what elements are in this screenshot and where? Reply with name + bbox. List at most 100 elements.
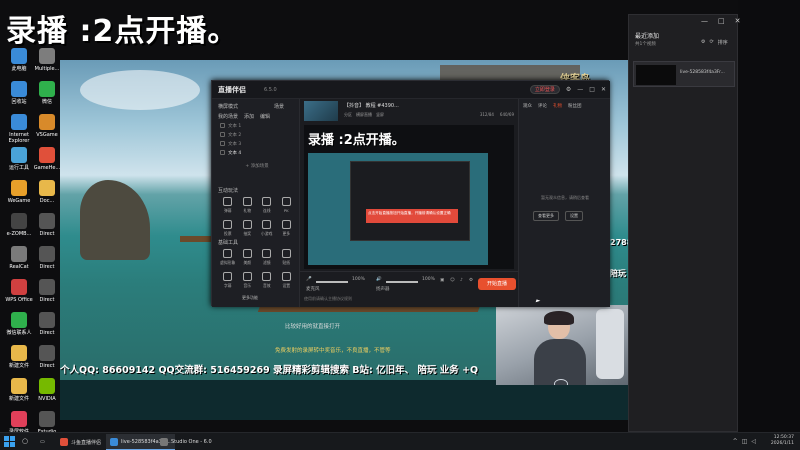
tool-item[interactable]: 投票 bbox=[218, 220, 238, 237]
tab-edit[interactable]: 编辑 bbox=[260, 113, 270, 120]
desktop-shortcut[interactable]: Direct bbox=[32, 345, 62, 379]
tab-gifts[interactable]: 礼物 bbox=[553, 103, 562, 109]
desktop-shortcut[interactable]: Doc... bbox=[32, 180, 62, 214]
scene-icon[interactable]: ▣ bbox=[440, 278, 444, 283]
desktop-shortcut[interactable]: 回收站 bbox=[4, 81, 34, 115]
desktop-shortcut[interactable]: Internet Explorer bbox=[4, 114, 34, 148]
tab-audience[interactable]: 观众 bbox=[523, 103, 532, 109]
clock[interactable]: 12:50:37 2026/1/11 bbox=[771, 435, 794, 447]
tab-fans[interactable]: 粉丝团 bbox=[568, 103, 582, 109]
tag-item[interactable]: 分区 bbox=[344, 112, 352, 118]
desktop-shortcut[interactable]: Direct bbox=[32, 246, 62, 280]
desktop-shortcut[interactable]: Direct bbox=[32, 213, 62, 247]
scene-item[interactable]: 文本 4 bbox=[220, 148, 294, 157]
mode-label[interactable]: 横屏模式 bbox=[218, 103, 238, 110]
scene-item[interactable]: 文本 1 bbox=[220, 121, 294, 130]
desktop-shortcut[interactable]: VSGame bbox=[32, 114, 62, 148]
minimize-icon[interactable]: — bbox=[577, 86, 583, 93]
empty-state-buttons: 查看更多 设置 bbox=[533, 211, 583, 221]
desktop-shortcut[interactable]: 此电脑 bbox=[4, 48, 34, 82]
desktop-shortcut[interactable]: Direct bbox=[32, 312, 62, 346]
volume-icon[interactable]: ◁ bbox=[751, 438, 756, 445]
desktop-shortcut[interactable]: GameHe... bbox=[32, 147, 62, 181]
desktop-shortcut[interactable]: e-ZOMB... bbox=[4, 213, 34, 247]
settings-button[interactable]: 设置 bbox=[565, 211, 583, 221]
task-view-icon[interactable]: ▭ bbox=[36, 434, 49, 450]
scene-item[interactable]: 文本 3 bbox=[220, 139, 294, 148]
maximize-icon[interactable]: □ bbox=[718, 17, 725, 25]
tag-item[interactable]: 竖屏 bbox=[376, 112, 384, 118]
mic-slider[interactable] bbox=[316, 281, 348, 283]
scene-tabs: 我的场景 添加 编辑 bbox=[218, 113, 270, 120]
tool-item[interactable]: 抽奖 bbox=[238, 220, 258, 237]
desktop-shortcut[interactable]: 微信联系人 bbox=[4, 312, 34, 346]
tool-item[interactable]: PK bbox=[277, 197, 297, 214]
checkbox-icon[interactable] bbox=[220, 141, 225, 146]
desktop-shortcut[interactable]: WPS Office bbox=[4, 279, 34, 313]
gear-icon[interactable]: ⚙ bbox=[566, 86, 571, 93]
tool-item[interactable]: 礼物 bbox=[238, 197, 258, 214]
stream-title[interactable]: 【抖音】 教程 #4390... bbox=[344, 102, 399, 109]
tab-my-scenes[interactable]: 我的场景 bbox=[218, 113, 238, 120]
search-icon[interactable]: ○ bbox=[22, 437, 28, 445]
desktop-shortcut[interactable]: 微信 bbox=[32, 81, 62, 115]
beauty-icon[interactable]: ☺ bbox=[450, 278, 455, 283]
refresh-icon[interactable]: ⟳ bbox=[709, 39, 713, 46]
desktop-shortcut[interactable]: Multiple... bbox=[32, 48, 62, 82]
tool-item[interactable]: 更多 bbox=[277, 220, 297, 237]
desktop-shortcut[interactable]: RealCat bbox=[4, 246, 34, 280]
tool-item[interactable]: 小游戏 bbox=[257, 220, 277, 237]
taskbar-app-button[interactable]: 斗鱼直播伴侣 bbox=[56, 434, 105, 450]
checkbox-icon[interactable] bbox=[220, 150, 225, 155]
tool-icon bbox=[262, 197, 272, 206]
tool-item[interactable]: 贴纸 bbox=[277, 249, 297, 266]
login-button[interactable]: 立即登录 bbox=[529, 85, 560, 94]
tab-add[interactable]: 添加 bbox=[244, 113, 254, 120]
chevron-up-icon[interactable]: ^ bbox=[733, 438, 738, 445]
maximize-icon[interactable]: □ bbox=[589, 86, 595, 93]
recent-video-item[interactable]: live-528583f4a3Fr... bbox=[633, 61, 735, 87]
windows-start-icon[interactable] bbox=[4, 436, 16, 448]
desktop-shortcut[interactable]: NVIDIA bbox=[32, 378, 62, 412]
view-more-button[interactable]: 查看更多 bbox=[533, 211, 559, 221]
speaker-icon[interactable]: 🔊 bbox=[376, 277, 382, 282]
scene-label[interactable]: 场景 bbox=[274, 103, 284, 110]
tag-item[interactable]: 横屏直播 bbox=[356, 112, 372, 118]
gear-icon[interactable]: ⚙ bbox=[701, 39, 705, 46]
tool-item[interactable]: 弹幕 bbox=[218, 197, 238, 214]
close-icon[interactable]: ✕ bbox=[601, 86, 606, 93]
tool-item[interactable]: 美颜 bbox=[238, 249, 258, 266]
tool-item[interactable]: 设置 bbox=[277, 272, 297, 289]
recent-title: 最近添加 bbox=[635, 33, 660, 40]
desktop-shortcut[interactable]: Direct bbox=[32, 279, 62, 313]
network-icon[interactable]: ◫ bbox=[742, 438, 748, 445]
more-tools-link[interactable]: 更多功能 bbox=[242, 295, 258, 301]
checkbox-icon[interactable] bbox=[220, 123, 225, 128]
sort-dropdown[interactable]: 排序 bbox=[718, 39, 728, 46]
tool-item[interactable]: 连线 bbox=[257, 197, 277, 214]
add-scene-button[interactable]: + 添加场景 bbox=[220, 161, 294, 170]
scene-item[interactable]: 文本 2 bbox=[220, 130, 294, 139]
tab-comments[interactable]: 评论 bbox=[538, 103, 547, 109]
desktop-shortcut[interactable]: 运行工具 bbox=[4, 147, 34, 181]
checkbox-icon[interactable] bbox=[220, 132, 225, 137]
desktop-shortcut[interactable]: 新建文件 bbox=[4, 345, 34, 379]
tool-item[interactable]: 音乐 bbox=[238, 272, 258, 289]
taskbar-app-button[interactable]: Studio One - 6.0 bbox=[156, 434, 216, 450]
start-live-button[interactable]: 开始直播 bbox=[478, 278, 516, 290]
footer-note[interactable]: 使用前请确认主播协议规则 bbox=[304, 296, 352, 302]
tool-item[interactable]: 字幕 bbox=[218, 272, 238, 289]
tool-item[interactable]: 滤镜 bbox=[257, 249, 277, 266]
desktop-shortcut[interactable]: 新建文件 bbox=[4, 378, 34, 412]
close-icon[interactable]: ✕ bbox=[735, 17, 741, 25]
sound-effect-icon[interactable]: ♪ bbox=[460, 278, 463, 283]
right-tabs: 观众 评论 礼物 粉丝团 bbox=[523, 103, 582, 109]
mic-icon[interactable]: 🎤 bbox=[306, 277, 312, 282]
stream-cover-thumbnail[interactable] bbox=[304, 101, 338, 121]
tool-item[interactable]: 音效 bbox=[257, 272, 277, 289]
speaker-slider[interactable] bbox=[386, 281, 418, 283]
tool-item[interactable]: 虚拟形象 bbox=[218, 249, 238, 266]
settings-icon[interactable]: ⚙ bbox=[469, 278, 473, 283]
minimize-icon[interactable]: — bbox=[701, 17, 708, 25]
desktop-shortcut[interactable]: WeGame bbox=[4, 180, 34, 214]
